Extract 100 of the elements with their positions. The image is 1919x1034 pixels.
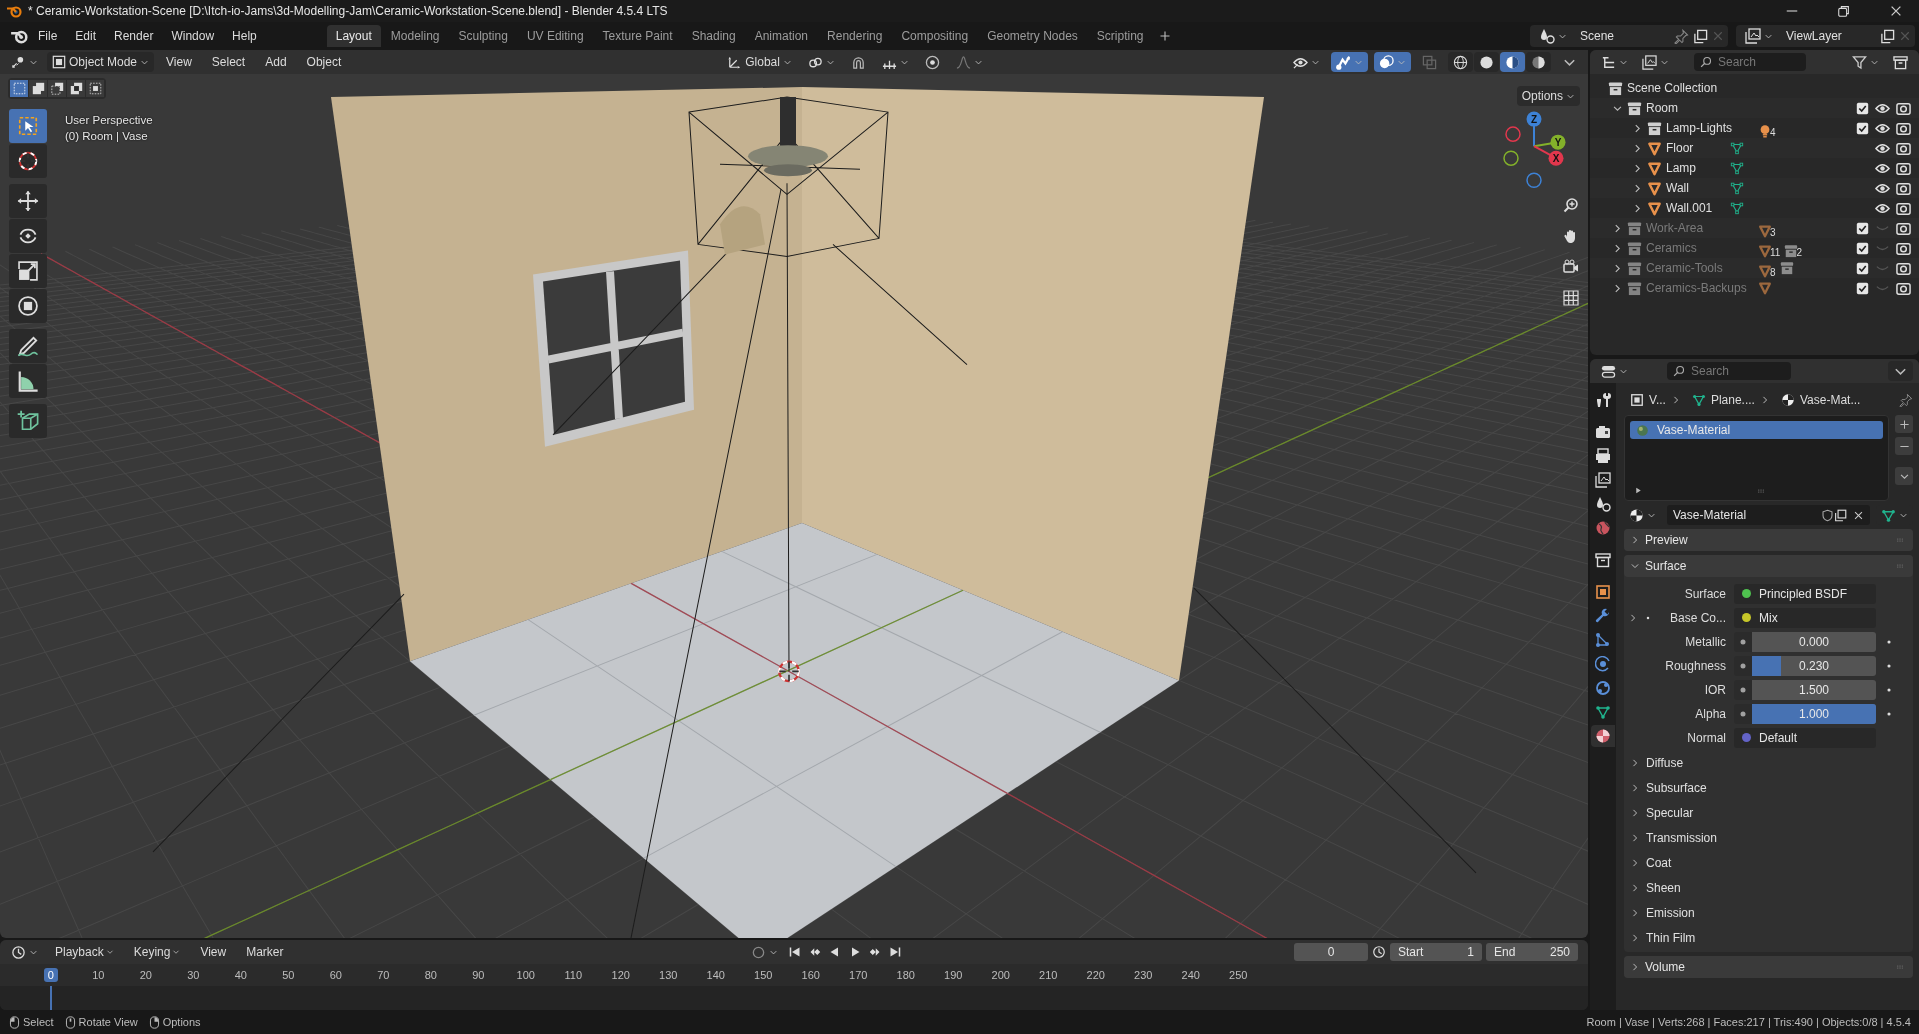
- menu-item[interactable]: View: [158, 52, 200, 72]
- menu-item[interactable]: Playback: [47, 942, 122, 962]
- workspace-tab[interactable]: Rendering: [818, 25, 892, 47]
- menu-item[interactable]: Help: [224, 26, 265, 46]
- frame-number: 60: [328, 968, 343, 982]
- frame-number: 70: [376, 968, 391, 982]
- workspace-tab[interactable]: Geometry Nodes: [978, 25, 1087, 47]
- material-slot[interactable]: Vase-Material: [1630, 421, 1883, 439]
- tree-item[interactable]: Ceramics: [1646, 241, 1754, 255]
- workspace-tab[interactable]: Compositing: [892, 25, 978, 47]
- subpanel-header[interactable]: Diffuse: [1624, 753, 1913, 773]
- frame-number: 200: [990, 968, 1011, 982]
- menu-item[interactable]: Render: [106, 26, 162, 46]
- count-label: 2: [1796, 246, 1802, 258]
- axis-label: X: [1552, 152, 1560, 164]
- frame-number: 150: [753, 968, 774, 982]
- workspace-tab[interactable]: Sculpting: [449, 25, 517, 47]
- tree-item[interactable]: Floor: [1666, 141, 1726, 155]
- search-field[interactable]: Search: [1667, 362, 1791, 380]
- tree-item[interactable]: Wall.001: [1666, 201, 1726, 215]
- window-title: * Ceramic-Workstation-Scene [D:\Itch-io-Jams\3d-Modelling-Jam\Ceramic-Workstation-Scene.blend] - Blender 4.5.4 LTS: [28, 4, 668, 18]
- breadcrumb-item[interactable]: Vase-Mat...: [1799, 393, 1861, 407]
- workspace-tab[interactable]: UV Editing: [517, 25, 593, 47]
- end-frame-field[interactable]: End 250: [1486, 943, 1578, 961]
- menu-item[interactable]: Keying: [125, 942, 189, 962]
- menu-item[interactable]: File: [30, 26, 66, 46]
- menu-item[interactable]: View: [192, 942, 235, 962]
- frame-number: 240: [1180, 968, 1201, 982]
- count-label: 3: [1770, 226, 1776, 238]
- count-label: 11: [1770, 246, 1781, 258]
- value-slider[interactable]: 1.000: [1752, 703, 1876, 724]
- menu-item[interactable]: Window: [163, 26, 223, 46]
- breadcrumb-item[interactable]: Plane....: [1710, 393, 1755, 407]
- tree-item[interactable]: Lamp: [1666, 161, 1726, 175]
- subpanel-header[interactable]: Subsurface: [1624, 778, 1913, 798]
- field-label: Alpha: [1694, 706, 1727, 721]
- field-label: Normal: [1686, 730, 1727, 745]
- workspace-tab[interactable]: Shading: [682, 25, 745, 47]
- menu-item[interactable]: Object: [298, 52, 350, 72]
- tree-item[interactable]: Lamp-Lights: [1666, 121, 1754, 135]
- tree-item[interactable]: Scene Collection: [1627, 81, 1718, 95]
- subpanel-header[interactable]: Transmission: [1624, 828, 1913, 848]
- workspace-tab[interactable]: Animation: [745, 25, 818, 47]
- frame-number: 170: [848, 968, 869, 982]
- workspace-tab[interactable]: Modeling: [381, 25, 449, 47]
- scene-statistics: Room | Vase | Verts:268 | Faces:217 | Tris:490 | Objects:0/8 | 4.5.4: [1586, 1016, 1911, 1028]
- frame-number: 10: [91, 968, 106, 982]
- value-slider[interactable]: 0.230: [1752, 655, 1876, 676]
- frame-number: 40: [233, 968, 248, 982]
- status-hint: Options: [162, 1016, 201, 1028]
- viewport-info-text: (0) Room | Vase: [65, 130, 149, 142]
- subpanel-header[interactable]: Emission: [1624, 903, 1913, 923]
- frame-number: 180: [895, 968, 916, 982]
- subpanel-header[interactable]: Coat: [1624, 853, 1913, 873]
- value-slider[interactable]: 0.000: [1752, 631, 1876, 652]
- options-dropdown[interactable]: Options: [1516, 86, 1580, 106]
- subpanel-header[interactable]: Specular: [1624, 803, 1913, 823]
- subpanel-header[interactable]: Thin Film: [1624, 928, 1913, 948]
- frame-number: 0: [43, 968, 58, 982]
- workspace-tab[interactable]: Scripting: [1087, 25, 1153, 47]
- menu-item[interactable]: Select: [203, 52, 254, 72]
- count-label: 4: [1770, 126, 1776, 138]
- frame-number: 50: [281, 968, 296, 982]
- subpanel-header[interactable]: Sheen: [1624, 878, 1913, 898]
- frame-number: 110: [563, 968, 583, 982]
- socket-link-field[interactable]: Principled BSDF: [1734, 583, 1876, 604]
- orientation-dropdown[interactable]: Global: [723, 52, 797, 72]
- mode-dropdown[interactable]: Object Mode: [47, 52, 155, 72]
- value-slider[interactable]: 1.500: [1752, 679, 1876, 700]
- field-label: IOR: [1703, 682, 1727, 697]
- tree-item[interactable]: Wall: [1666, 181, 1726, 195]
- panel-header[interactable]: Surface: [1624, 555, 1913, 577]
- frame-number: 100: [515, 968, 536, 982]
- tree-item[interactable]: Ceramics-Backups: [1646, 281, 1754, 295]
- menu-item[interactable]: Marker: [238, 942, 292, 962]
- workspace-tab[interactable]: Layout: [326, 25, 381, 47]
- tree-item[interactable]: Room: [1646, 101, 1754, 115]
- start-frame-field[interactable]: Start 1: [1390, 943, 1482, 961]
- current-frame-field[interactable]: 0: [1294, 943, 1368, 961]
- frame-number: 130: [658, 968, 679, 982]
- status-hint: Rotate View: [78, 1016, 138, 1028]
- panel-header[interactable]: Volume: [1624, 956, 1913, 978]
- search-field[interactable]: Search: [1694, 53, 1806, 71]
- frame-number: 120: [610, 968, 631, 982]
- breadcrumb-item[interactable]: V...: [1649, 393, 1666, 407]
- menu-item[interactable]: Edit: [67, 26, 105, 46]
- material-name-field[interactable]: Vase-Material: [1667, 505, 1870, 525]
- socket-link-field[interactable]: Mix: [1734, 607, 1876, 628]
- socket-link-field[interactable]: Default: [1734, 727, 1876, 748]
- frame-number: 30: [186, 968, 201, 982]
- field-label: Roughness: [1664, 658, 1727, 673]
- frame-number: 210: [1038, 968, 1059, 982]
- field-label: Metallic: [1684, 634, 1727, 649]
- panel-header[interactable]: Preview: [1624, 529, 1913, 551]
- menu-item[interactable]: Add: [257, 52, 295, 72]
- frame-number: 250: [1228, 968, 1249, 982]
- frame-number: 90: [471, 968, 486, 982]
- count-label: 8: [1770, 266, 1776, 278]
- workspace-tab[interactable]: Texture Paint: [593, 25, 682, 47]
- frame-number: 140: [705, 968, 726, 982]
